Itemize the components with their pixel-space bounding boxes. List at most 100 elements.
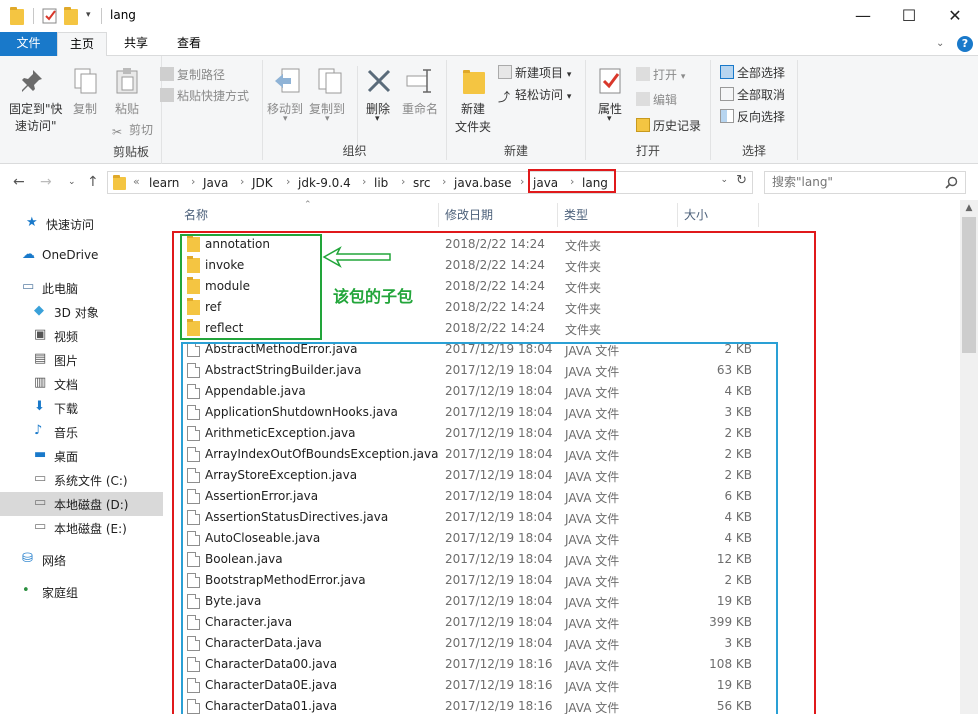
nav-item[interactable]: ▤ 图片 [0, 348, 163, 372]
nav-item[interactable]: ▭ 系统文件 (C:) [0, 468, 163, 492]
maximize-button[interactable]: ☐ [886, 0, 932, 30]
vertical-scrollbar[interactable]: ▲ [960, 200, 978, 714]
select-group-label: 选择 [741, 144, 766, 158]
nav-item-label: 本地磁盘 (D:) [54, 498, 129, 512]
chevron-down-icon: ▾ [325, 114, 330, 124]
nav-item[interactable]: ▭ 本地磁盘 (D:) [0, 492, 163, 516]
refresh-icon[interactable]: ↻ [736, 173, 747, 188]
nav-item[interactable]: ▭ 本地磁盘 (E:) [0, 516, 163, 540]
search-box[interactable] [764, 171, 966, 194]
document-icon: ▥ [34, 375, 47, 390]
properties-icon[interactable] [42, 8, 58, 24]
open-button[interactable]: 打开 ▾ [636, 66, 685, 83]
nav-item-label: 本地磁盘 (E:) [54, 522, 127, 536]
select-all-button[interactable]: 全部选择 [720, 64, 785, 81]
new-item-button[interactable]: 新建项目 ▾ [498, 64, 571, 81]
edit-label: 编辑 [653, 93, 678, 107]
chevron-down-icon: ▾ [607, 114, 612, 124]
edit-icon [636, 92, 650, 106]
help-icon[interactable]: ? [957, 36, 973, 52]
address-dropdown-icon[interactable]: ⌄ [720, 175, 728, 185]
open-icon [636, 67, 650, 81]
nav-item-label: 桌面 [54, 450, 79, 464]
breadcrumb-item[interactable]: java.base [454, 176, 512, 190]
quick-access-dropdown-icon[interactable]: ▾ [86, 10, 102, 26]
select-none-button[interactable]: 全部取消 [720, 86, 785, 103]
breadcrumb-item[interactable]: lib [374, 176, 388, 190]
back-button[interactable]: ← [13, 174, 25, 190]
video-icon: ▣ [34, 327, 47, 342]
rename-label: 重命名 [402, 102, 439, 116]
breadcrumb-separator[interactable]: › [286, 175, 290, 188]
breadcrumb-overflow[interactable]: « [133, 175, 140, 188]
breadcrumb-item[interactable]: src [413, 176, 431, 190]
cube-icon: ◆ [34, 303, 44, 318]
column-header-type[interactable]: 类型 [564, 206, 588, 223]
sort-arrow-icon: ⌃ [304, 200, 312, 210]
breadcrumb-separator[interactable]: › [442, 175, 446, 188]
nav-item[interactable]: ▭ 此电脑 [0, 276, 163, 300]
drive-icon: ▭ [34, 471, 47, 486]
easy-access-button[interactable]: ⤴ 轻松访问 ▾ [498, 86, 571, 104]
minimize-button[interactable]: — [840, 0, 886, 30]
nav-item-label: 此电脑 [42, 282, 79, 296]
edit-button[interactable]: 编辑 [636, 91, 677, 108]
history-label: 历史记录 [653, 119, 702, 133]
nav-item[interactable]: ☁ OneDrive [0, 244, 163, 268]
cut-button[interactable]: ✂ 剪切 [112, 121, 153, 139]
breadcrumb-separator[interactable]: › [362, 175, 366, 188]
scroll-thumb[interactable] [962, 217, 976, 353]
nav-item[interactable]: ★ 快速访问 [0, 212, 163, 236]
navigation-pane: ★ 快速访问 ☁ OneDrive ▭ 此电脑 ◆ 3D 对象 ▣ 视频 ▤ 图片 ▥ 文档 ⬇ 下载 ♪ 音乐 ▬… [0, 200, 172, 714]
paste-shortcut-button[interactable]: 粘贴快捷方式 [160, 87, 249, 104]
history-button[interactable]: 历史记录 [636, 117, 701, 134]
easy-access-icon: ⤴ [498, 90, 511, 104]
search-input[interactable] [772, 175, 942, 189]
column-header-size[interactable]: 大小 [684, 206, 708, 223]
copy-icon [74, 68, 97, 94]
drive-icon: ▭ [34, 519, 47, 534]
nav-item[interactable]: ▣ 视频 [0, 324, 163, 348]
cloud-icon: ☁ [22, 247, 35, 262]
column-header-name[interactable]: 名称 [184, 206, 208, 223]
up-button[interactable]: ↑ [87, 174, 99, 190]
nav-item[interactable]: ◆ 3D 对象 [0, 300, 163, 324]
desktop-icon: ▬ [34, 447, 47, 462]
close-button[interactable]: ✕ [932, 0, 978, 30]
new-folder-icon[interactable] [64, 7, 80, 25]
tab-home[interactable]: 主页 [57, 32, 107, 57]
chevron-down-icon[interactable]: ⌄ [936, 38, 944, 49]
open-group-label: 打开 [635, 144, 660, 158]
breadcrumb-item[interactable]: Java [203, 176, 228, 190]
breadcrumb-separator[interactable]: › [240, 175, 244, 188]
breadcrumb-separator[interactable]: › [401, 175, 405, 188]
column-header-date[interactable]: 修改日期 [445, 206, 493, 223]
copy-path-button[interactable]: 复制路径 [160, 66, 225, 83]
divider [357, 66, 358, 146]
nav-item-label: 文档 [54, 378, 79, 392]
breadcrumb-separator[interactable]: › [191, 175, 195, 188]
paste-icon [116, 68, 138, 94]
breadcrumb-item[interactable]: JDK [252, 176, 273, 190]
nav-item[interactable]: ♪ 音乐 [0, 420, 163, 444]
nav-item-label: 快速访问 [46, 218, 95, 232]
breadcrumb-item[interactable]: jdk-9.0.4 [298, 176, 351, 190]
scroll-up-icon[interactable]: ▲ [960, 200, 978, 217]
nav-item[interactable]: ⬇ 下载 [0, 396, 163, 420]
nav-item-label: 3D 对象 [54, 306, 99, 320]
recent-locations-button[interactable]: ⌄ [68, 177, 76, 187]
pin-label: 固定到"快 [9, 102, 63, 116]
divider [797, 60, 798, 160]
invert-selection-button[interactable]: 反向选择 [720, 108, 785, 125]
forward-button[interactable]: → [40, 174, 52, 190]
breadcrumb-item[interactable]: learn [149, 176, 179, 190]
tab-share[interactable]: 共享 [112, 32, 160, 56]
tab-file[interactable]: 文件 [0, 32, 57, 56]
nav-item[interactable]: ▬ 桌面 [0, 444, 163, 468]
nav-item[interactable]: ▥ 文档 [0, 372, 163, 396]
nav-item[interactable]: ⛁ 网络 [0, 548, 163, 572]
address-bar[interactable]: « learn › Java › JDK › jdk-9.0.4 › lib › src › java.… [107, 171, 753, 194]
tab-view[interactable]: 查看 [164, 32, 214, 56]
nav-item[interactable]: • 家庭组 [0, 580, 163, 604]
breadcrumb-separator[interactable]: › [520, 175, 524, 188]
